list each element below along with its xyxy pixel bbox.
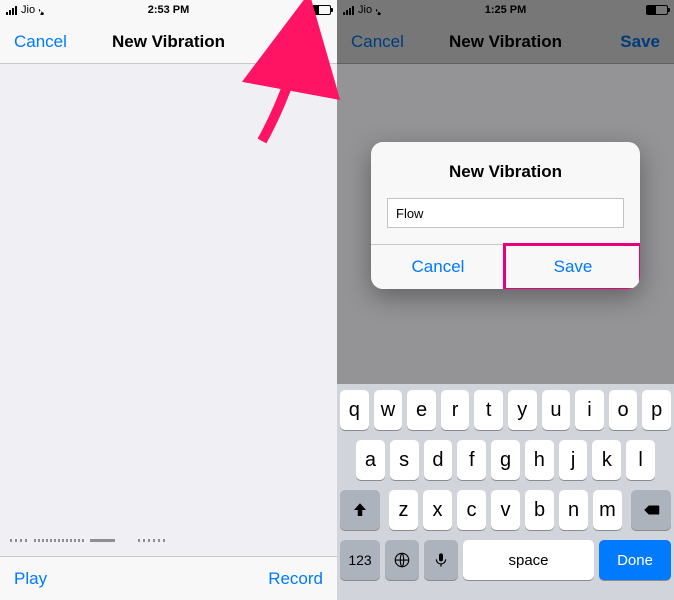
key-s[interactable]: s [390, 440, 419, 480]
key-b[interactable]: b [525, 490, 554, 530]
clock: 2:53 PM [148, 4, 190, 16]
battery-icon [309, 5, 331, 15]
kbd-row-1: qwertyuiop [340, 390, 671, 430]
key-u[interactable]: u [542, 390, 571, 430]
key-n[interactable]: n [559, 490, 588, 530]
nav-bar: Cancel New Vibration Save [0, 20, 337, 64]
carrier-label: Jio [21, 4, 35, 16]
key-v[interactable]: v [491, 490, 520, 530]
key-e[interactable]: e [407, 390, 436, 430]
key-a[interactable]: a [356, 440, 385, 480]
key-p[interactable]: p [642, 390, 671, 430]
alert-save-button[interactable]: Save [505, 245, 640, 289]
status-bar: Jio 2:53 PM [0, 0, 337, 20]
name-vibration-alert: New Vibration Cancel Save [371, 142, 640, 289]
key-w[interactable]: w [374, 390, 403, 430]
key-f[interactable]: f [457, 440, 486, 480]
toolbar: Play Record [0, 556, 337, 600]
key-k[interactable]: k [592, 440, 621, 480]
key-j[interactable]: j [559, 440, 588, 480]
save-button[interactable]: Save [283, 32, 323, 52]
alert-cancel-button[interactable]: Cancel [371, 245, 505, 289]
done-key[interactable]: Done [599, 540, 671, 580]
vibration-canvas[interactable] [0, 64, 337, 556]
alert-title: New Vibration [387, 162, 624, 182]
key-c[interactable]: c [457, 490, 486, 530]
kbd-row-3: zxcvbnm [340, 490, 671, 530]
key-i[interactable]: i [575, 390, 604, 430]
key-r[interactable]: r [441, 390, 470, 430]
space-key[interactable]: space [463, 540, 594, 580]
screen-vibration-recorder: Jio 2:53 PM Cancel New Vibration Save Pl… [0, 0, 337, 600]
key-g[interactable]: g [491, 440, 520, 480]
kbd-row-2: asdfghjkl [340, 440, 671, 480]
key-x[interactable]: x [423, 490, 452, 530]
vibration-name-input[interactable] [387, 198, 624, 228]
key-q[interactable]: q [340, 390, 369, 430]
key-o[interactable]: o [609, 390, 638, 430]
shift-key[interactable] [340, 490, 380, 530]
key-t[interactable]: t [474, 390, 503, 430]
dictation-key[interactable] [424, 540, 458, 580]
kbd-row-4: 123 space Done [340, 540, 671, 580]
signal-icon [6, 6, 17, 15]
key-y[interactable]: y [508, 390, 537, 430]
kbd-row-3-letters: zxcvbnm [385, 490, 626, 530]
cancel-button[interactable]: Cancel [14, 32, 67, 52]
key-z[interactable]: z [389, 490, 418, 530]
globe-key[interactable] [385, 540, 419, 580]
key-l[interactable]: l [626, 440, 655, 480]
wifi-icon [39, 6, 52, 15]
key-m[interactable]: m [593, 490, 622, 530]
vibration-pattern-preview [10, 536, 327, 546]
numbers-key[interactable]: 123 [340, 540, 380, 580]
screen-name-dialog: Jio 1:25 PM Cancel New Vibration Save Ne… [337, 0, 674, 600]
record-button[interactable]: Record [268, 569, 323, 589]
key-d[interactable]: d [424, 440, 453, 480]
software-keyboard: qwertyuiop asdfghjkl zxcvbnm 123 space D… [337, 384, 674, 600]
play-button[interactable]: Play [14, 569, 47, 589]
backspace-key[interactable] [631, 490, 671, 530]
key-h[interactable]: h [525, 440, 554, 480]
page-title: New Vibration [112, 32, 225, 52]
